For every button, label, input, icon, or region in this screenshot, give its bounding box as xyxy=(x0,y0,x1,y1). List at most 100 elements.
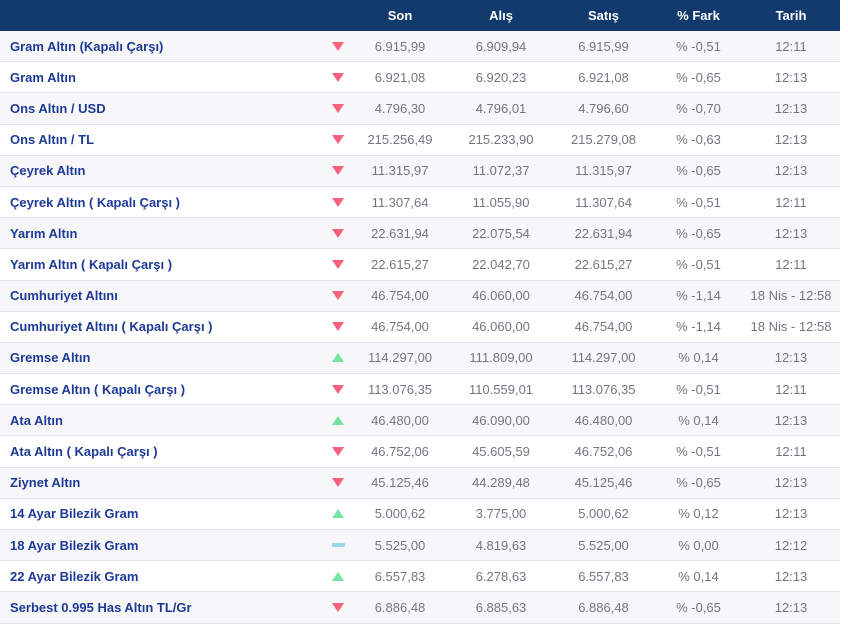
table-row[interactable]: Cumhuriyet Altını ( Kapalı Çarşı ) 46.75… xyxy=(0,311,840,343)
son-value: 6.915,99 xyxy=(374,38,426,54)
satis-value: 114.297,00 xyxy=(571,350,636,366)
direction-cell xyxy=(326,228,350,238)
satis-value: 6.921,08 xyxy=(578,69,629,85)
fark-value: % -0,65 xyxy=(676,599,721,615)
alis-value: 11.072,37 xyxy=(472,163,530,179)
table-header: Son Alış Satış % Fark Tarih xyxy=(0,0,840,31)
satis-value: 6.557,83 xyxy=(578,568,629,584)
arrow-down-icon xyxy=(332,384,344,394)
satis-value: 6.915,99 xyxy=(578,38,629,54)
satis-value: 46.752,06 xyxy=(574,444,633,460)
direction-cell xyxy=(326,543,350,548)
son-value: 5.000,62 xyxy=(374,506,426,522)
table-row[interactable]: Cumhuriyet Altını 46.754,00 46.060,00 46… xyxy=(0,280,840,312)
fark-value: % 0,00 xyxy=(678,537,719,553)
arrow-down-icon xyxy=(332,41,344,51)
col-header-fark: % Fark xyxy=(677,8,720,23)
table-row[interactable]: Serbest 0.995 Has Altın TL/Gr 6.886,48 6… xyxy=(0,592,840,624)
instrument-name: Cumhuriyet Altını ( Kapalı Çarşı ) xyxy=(10,319,213,335)
tarih-value: 12:12 xyxy=(774,537,808,553)
tarih-value: 12:13 xyxy=(774,69,808,85)
son-value: 6.557,83 xyxy=(374,568,426,584)
fark-value: % 0,14 xyxy=(678,350,719,366)
tarih-value: 12:13 xyxy=(774,132,808,148)
alis-value: 6.885,63 xyxy=(475,599,527,615)
satis-value: 22.631,94 xyxy=(574,225,633,241)
satis-value: 5.000,62 xyxy=(578,506,629,522)
table-row[interactable]: Gremse Altın ( Kapalı Çarşı ) 113.076,35… xyxy=(0,374,840,406)
instrument-name: Serbest 0.995 Has Altın TL/Gr xyxy=(10,599,192,615)
tarih-value: 12:13 xyxy=(774,568,808,584)
table-row[interactable]: 22 Ayar Bilezik Gram 6.557,83 6.278,63 6… xyxy=(0,561,840,593)
tarih-value: 12:13 xyxy=(774,225,808,241)
tarih-value: 12:11 xyxy=(775,194,807,210)
table-row[interactable]: Gram Altın (Kapalı Çarşı) 6.915,99 6.909… xyxy=(0,31,840,63)
instrument-name: Ons Altın / USD xyxy=(10,100,106,116)
satis-value: 46.754,00 xyxy=(574,319,633,335)
alis-value: 4.796,01 xyxy=(475,100,527,116)
satis-value: 11.307,64 xyxy=(575,194,632,210)
fark-value: % -1,14 xyxy=(676,319,721,335)
alis-value: 111.809,00 xyxy=(469,350,533,366)
son-value: 11.315,97 xyxy=(371,163,429,179)
tarih-value: 12:13 xyxy=(774,599,808,615)
col-header-tarih: Tarih xyxy=(775,8,807,23)
arrow-down-icon xyxy=(332,197,344,207)
arrow-down-icon xyxy=(332,103,344,113)
direction-cell xyxy=(326,259,350,269)
tarih-value: 12:13 xyxy=(774,350,808,366)
instrument-name: 14 Ayar Bilezik Gram xyxy=(10,506,139,522)
fark-value: % 0,14 xyxy=(678,568,719,584)
instrument-name: Cumhuriyet Altını xyxy=(10,288,118,304)
tarih-value: 12:11 xyxy=(775,38,807,54)
table-row[interactable]: Ziynet Altın 45.125,46 44.289,48 45.125,… xyxy=(0,467,840,499)
table-row[interactable]: Ons Altın / TL 215.256,49 215.233,90 215… xyxy=(0,124,840,156)
direction-cell xyxy=(326,135,350,145)
table-row[interactable]: Yarım Altın 22.631,94 22.075,54 22.631,9… xyxy=(0,218,840,250)
satis-value: 5.525,00 xyxy=(578,537,629,553)
table-row[interactable]: Yarım Altın ( Kapalı Çarşı ) 22.615,27 2… xyxy=(0,249,840,281)
tarih-value: 12:11 xyxy=(775,381,807,397)
arrow-up-icon xyxy=(332,415,344,425)
instrument-name: Gram Altın xyxy=(10,69,76,85)
alis-value: 6.920,23 xyxy=(475,69,527,85)
table-row[interactable]: 14 Ayar Bilezik Gram 5.000,62 3.775,00 5… xyxy=(0,498,840,530)
fark-value: % 0,14 xyxy=(678,412,719,428)
tarih-value: 12:13 xyxy=(774,475,808,491)
arrow-down-icon xyxy=(332,322,344,332)
satis-value: 11.315,97 xyxy=(575,163,632,179)
alis-value: 215.233,90 xyxy=(468,132,534,148)
instrument-name: Gremse Altın ( Kapalı Çarşı ) xyxy=(10,381,186,397)
son-value: 113.076,35 xyxy=(367,381,433,397)
table-row[interactable]: Ata Altın ( Kapalı Çarşı ) 46.752,06 45.… xyxy=(0,436,840,468)
table-row[interactable]: Ons Altın / USD 4.796,30 4.796,01 4.796,… xyxy=(0,93,840,125)
table-row[interactable]: Çeyrek Altın 11.315,97 11.072,37 11.315,… xyxy=(0,155,840,187)
satis-value: 46.754,00 xyxy=(574,288,633,304)
col-header-satis: Satış xyxy=(587,8,620,23)
table-row[interactable]: Gremse Altın 114.297,00 111.809,00 114.2… xyxy=(0,342,840,375)
satis-value: 45.125,46 xyxy=(574,475,633,491)
instrument-name: Yarım Altın xyxy=(10,225,78,241)
son-value: 45.125,46 xyxy=(371,475,429,491)
alis-value: 46.090,00 xyxy=(472,412,530,428)
arrow-down-icon xyxy=(332,166,344,176)
table-row[interactable]: Çeyrek Altın ( Kapalı Çarşı ) 11.307,64 … xyxy=(0,186,840,219)
fark-value: % -0,63 xyxy=(676,132,721,148)
fark-value: % -0,51 xyxy=(676,256,721,272)
son-value: 46.752,06 xyxy=(371,444,429,460)
instrument-name: Gremse Altın xyxy=(10,350,91,366)
arrow-up-icon xyxy=(332,571,344,581)
table-row[interactable]: Gram Altın 6.921,08 6.920,23 6.921,08 % … xyxy=(0,62,840,94)
alis-value: 44.289,48 xyxy=(472,475,530,491)
instrument-name: Çeyrek Altın xyxy=(10,163,86,179)
table-row[interactable]: Ata Altın 46.480,00 46.090,00 46.480,00 … xyxy=(0,405,840,437)
instrument-name: Gram Altın (Kapalı Çarşı) xyxy=(10,38,164,54)
arrow-down-icon xyxy=(332,602,344,612)
instrument-name: 18 Ayar Bilezik Gram xyxy=(10,537,139,553)
fark-value: % -0,51 xyxy=(676,381,721,397)
arrow-down-icon xyxy=(332,447,344,457)
table-row[interactable]: 18 Ayar Bilezik Gram 5.525,00 4.819,63 5… xyxy=(0,530,840,562)
fark-value: % -0,65 xyxy=(676,69,721,85)
col-header-son: Son xyxy=(387,8,413,23)
arrow-down-icon xyxy=(332,228,344,238)
